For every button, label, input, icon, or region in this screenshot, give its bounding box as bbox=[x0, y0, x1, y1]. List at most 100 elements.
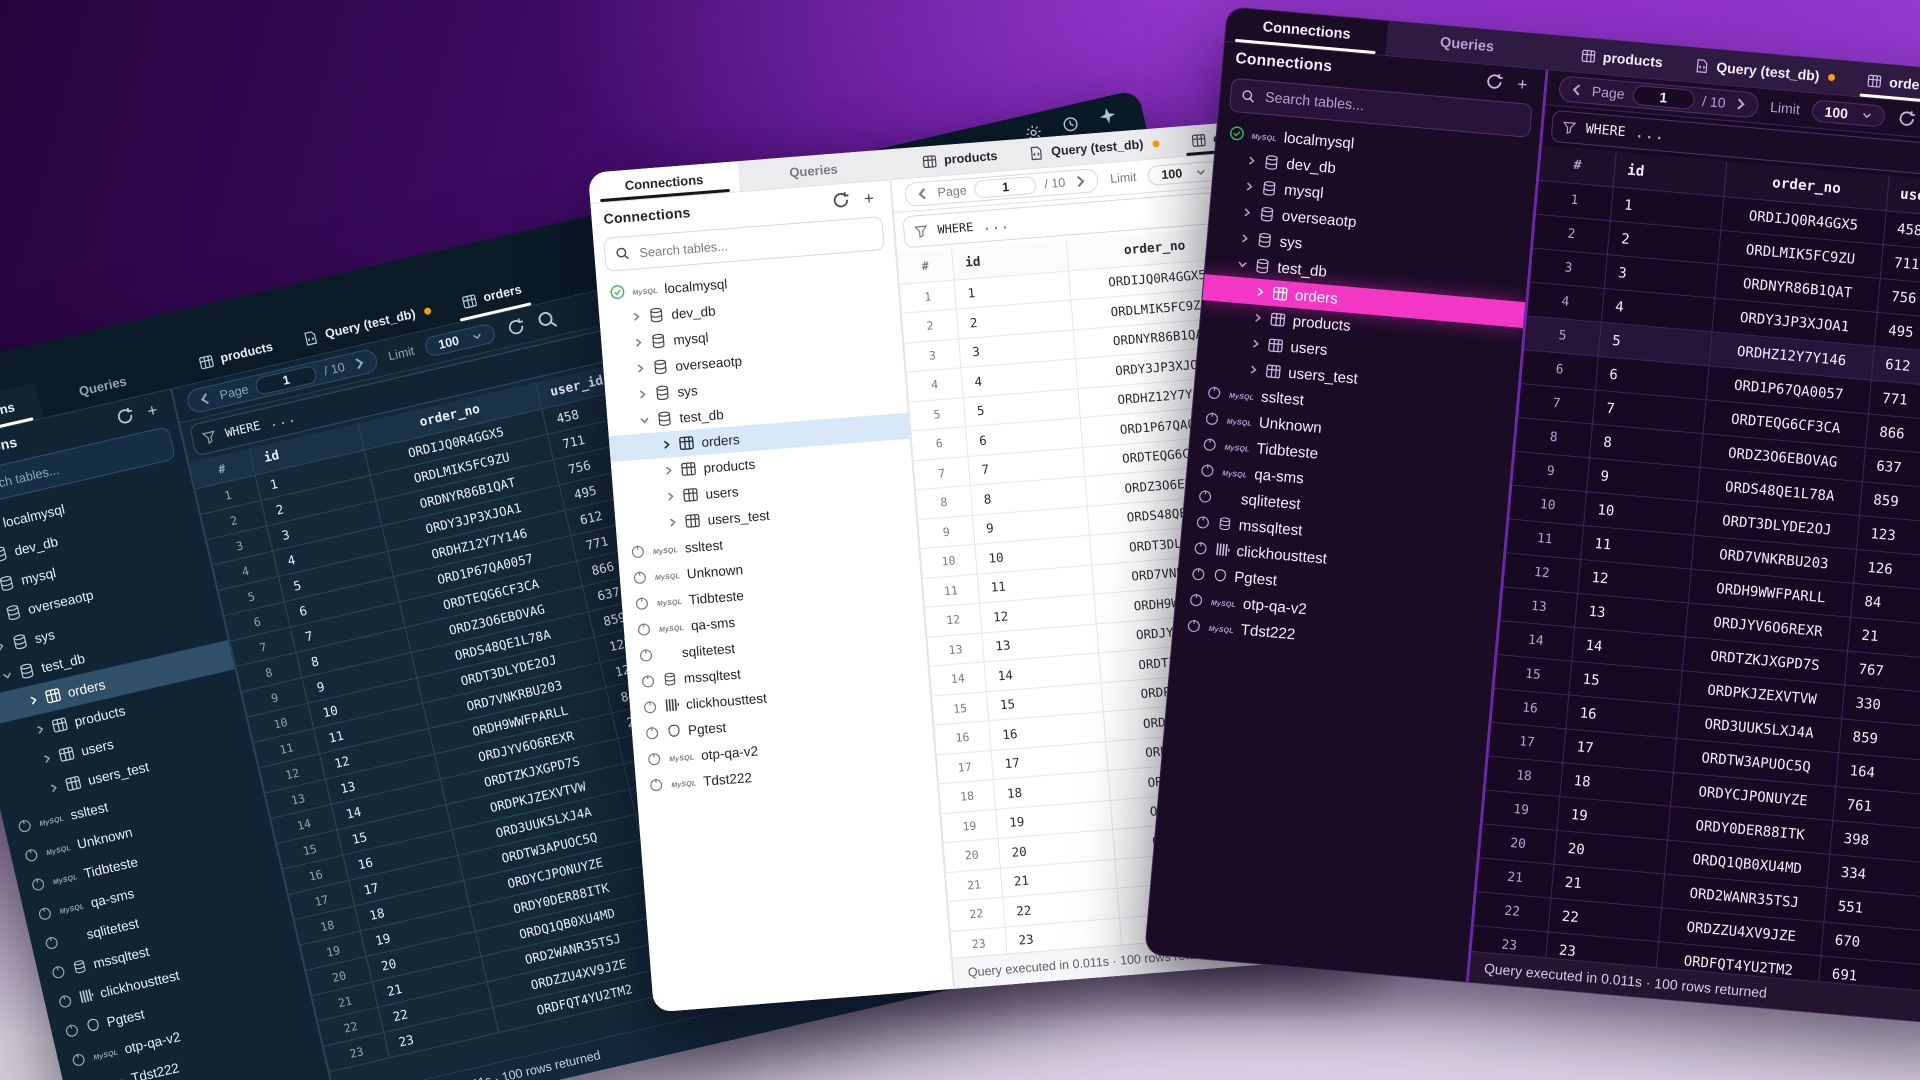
row-number-cell: 22 bbox=[948, 898, 1005, 932]
search-rows-button[interactable] bbox=[536, 308, 560, 332]
postgresql-icon bbox=[85, 1017, 102, 1034]
sidebar-tab-label: Connections bbox=[1262, 19, 1351, 43]
row-number-cell: 15 bbox=[932, 692, 989, 726]
mysql-engine-badge: MySQL bbox=[1222, 470, 1248, 479]
next-page-button[interactable] bbox=[1073, 174, 1088, 189]
mysql-engine-badge: MySQL bbox=[1211, 599, 1237, 608]
refresh-rows-button[interactable] bbox=[1896, 108, 1918, 130]
next-page-button[interactable] bbox=[1733, 97, 1748, 112]
chevron-right-icon bbox=[1248, 364, 1259, 375]
database-label: test_db bbox=[679, 407, 724, 425]
row-number-cell: 7 bbox=[914, 457, 971, 491]
database-icon bbox=[652, 358, 669, 375]
table-icon bbox=[682, 486, 699, 503]
row-number-cell: 16 bbox=[934, 721, 991, 755]
database-label: sys bbox=[1279, 233, 1303, 252]
database-icon bbox=[11, 632, 30, 651]
connection-tree: MySQL localmysql bbox=[596, 255, 953, 1012]
sparkle-icon[interactable] bbox=[1097, 105, 1119, 127]
panel-title: Connections bbox=[603, 204, 691, 227]
refresh-connections-button[interactable] bbox=[830, 189, 852, 211]
add-connection-button[interactable]: + bbox=[140, 398, 164, 422]
table-label: products bbox=[73, 703, 127, 729]
table-label: orders bbox=[66, 676, 107, 699]
prev-page-button[interactable] bbox=[197, 391, 214, 408]
history-icon[interactable] bbox=[1060, 113, 1082, 135]
row-number-cell: 9 bbox=[918, 515, 975, 549]
power-icon bbox=[1199, 461, 1216, 478]
where-ellipsis: ... bbox=[1635, 126, 1666, 144]
query-file-icon bbox=[302, 329, 320, 347]
connection-label: qa-sms bbox=[1254, 466, 1305, 487]
add-connection-button[interactable]: + bbox=[1511, 73, 1533, 95]
table-label: users bbox=[80, 736, 116, 758]
data-grid: # id order_no user_id product_id 1 1 ORD… bbox=[1472, 145, 1920, 1007]
database-icon bbox=[656, 410, 673, 427]
refresh-connections-button[interactable] bbox=[113, 404, 137, 428]
connection-label: Tdst222 bbox=[1240, 621, 1296, 643]
chevron-right-icon bbox=[663, 465, 674, 476]
next-page-button[interactable] bbox=[351, 355, 368, 372]
row-number-cell: 19 bbox=[941, 809, 998, 843]
connection-label: sqlitetest bbox=[1240, 491, 1301, 513]
add-connection-button[interactable]: + bbox=[858, 187, 880, 209]
power-icon bbox=[646, 750, 663, 767]
search-icon bbox=[615, 246, 630, 261]
mysql-engine-badge: MySQL bbox=[52, 874, 78, 886]
chevron-right-icon bbox=[48, 782, 60, 794]
power-icon bbox=[1192, 539, 1209, 556]
chevron-down-icon bbox=[1861, 110, 1872, 121]
connection-label: sqlitetest bbox=[85, 915, 140, 942]
where-ellipsis: ... bbox=[268, 410, 298, 430]
window-dark-purple: Connections Queries bbox=[1144, 6, 1920, 1039]
connection-label: mssqltest bbox=[683, 666, 741, 685]
table-icon bbox=[1191, 132, 1207, 148]
database-label: test_db bbox=[40, 650, 87, 675]
limit-select[interactable]: 100 bbox=[424, 322, 498, 357]
postgresql-icon bbox=[667, 723, 682, 738]
database-icon bbox=[0, 545, 9, 564]
chevron-right-icon bbox=[41, 753, 53, 765]
row-number-cell: 1 bbox=[900, 280, 957, 314]
database-label: sys bbox=[33, 627, 56, 646]
row-number-cell: 10 bbox=[921, 545, 978, 579]
limit-value: 100 bbox=[437, 334, 460, 352]
chevron-right-icon bbox=[28, 694, 40, 706]
power-icon bbox=[1206, 384, 1223, 401]
refresh-connections-button[interactable] bbox=[1484, 71, 1506, 93]
mysql-engine-badge: MySQL bbox=[653, 547, 679, 556]
row-number-cell: 14 bbox=[930, 662, 987, 696]
table-label: users bbox=[1290, 338, 1328, 358]
database-label: mysql bbox=[20, 565, 58, 588]
page-number-input[interactable]: 1 bbox=[254, 364, 318, 395]
table-label: users_test bbox=[707, 507, 770, 527]
limit-select[interactable]: 100 bbox=[1811, 99, 1886, 127]
page-number-input[interactable]: 1 bbox=[1632, 85, 1696, 110]
row-number-cell: 13 bbox=[927, 633, 984, 667]
chevron-right-icon bbox=[661, 439, 672, 450]
connection-label: mssqltest bbox=[1238, 517, 1303, 539]
connection-label: qa-sms bbox=[89, 885, 136, 910]
power-icon bbox=[15, 816, 34, 835]
where-ellipsis: ... bbox=[983, 217, 1011, 233]
power-icon bbox=[1187, 591, 1204, 608]
chevron-down-icon bbox=[1196, 167, 1207, 178]
chevron-right-icon bbox=[1, 670, 13, 682]
prev-page-button[interactable] bbox=[915, 186, 930, 201]
search-input[interactable] bbox=[637, 225, 874, 260]
connection-label: Tidbteste bbox=[1256, 440, 1319, 462]
where-keyword: WHERE bbox=[224, 418, 262, 440]
mysql-engine-badge: MySQL bbox=[1224, 444, 1250, 453]
chevron-right-icon bbox=[1242, 207, 1253, 218]
sidebar-tab-label: Queries bbox=[77, 373, 128, 399]
prev-page-button[interactable] bbox=[1569, 82, 1584, 97]
limit-select[interactable]: 100 bbox=[1148, 161, 1220, 186]
database-label: overseaotp bbox=[1281, 207, 1357, 230]
page-number-input[interactable]: 1 bbox=[974, 176, 1037, 199]
row-number-cell: 21 bbox=[946, 868, 1003, 902]
database-icon bbox=[1258, 206, 1275, 223]
column-header[interactable]: # bbox=[897, 249, 954, 285]
content-tab-label: Query (test_db) bbox=[1051, 137, 1144, 158]
refresh-rows-button[interactable] bbox=[504, 315, 528, 339]
mysql-engine-badge: MySQL bbox=[655, 573, 681, 582]
